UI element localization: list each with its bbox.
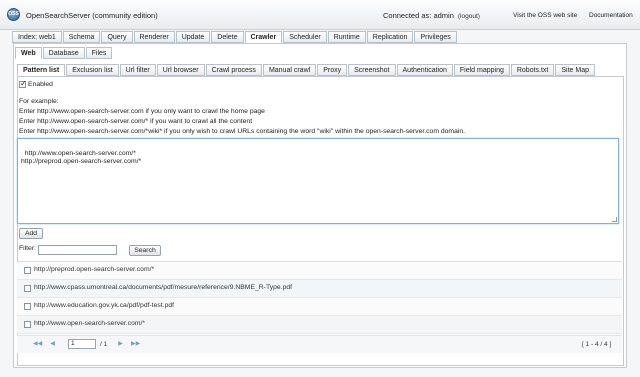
app-title: OpenSearchServer (community edition) [26, 11, 158, 20]
tab-database[interactable]: Database [42, 47, 85, 59]
logout-link[interactable]: (logout) [458, 13, 480, 20]
pattern-url: http://www.cpass.umontreal.ca/documents/… [34, 284, 293, 291]
tab-update[interactable]: Update [175, 31, 211, 43]
tab-replication[interactable]: Replication [366, 31, 414, 43]
tab-runtime[interactable]: Runtime [327, 31, 366, 43]
list-item: http://www.education.gov.yk.ca/pdf/pdf-t… [17, 298, 622, 316]
prev-page-icon[interactable]: ◀ [49, 341, 56, 348]
tab-exclusion-list[interactable]: Exclusion list [66, 64, 119, 76]
tab-scheduler[interactable]: Scheduler [283, 31, 327, 43]
example-line: Enter http://www.open-search-server.com/… [19, 128, 466, 135]
pattern-url: http://www.open-search-server.com/* [34, 320, 146, 327]
pattern-list: http://preprod.open-search-server.com/* … [17, 261, 622, 334]
example-line: Enter http://www.open-search-server.com … [19, 108, 265, 115]
tab-proxy[interactable]: Proxy [317, 64, 348, 76]
example-line: Enter http://www.open-search-server.com/… [19, 118, 253, 125]
tab-query[interactable]: Query [101, 31, 133, 43]
tab-delete[interactable]: Delete [211, 31, 244, 43]
add-button[interactable]: Add [19, 228, 43, 239]
tab-manual-crawl[interactable]: Manual crawl [262, 64, 317, 76]
tab-site-map[interactable]: Site Map [555, 64, 595, 76]
documentation-link[interactable]: Documentation [589, 12, 633, 19]
main-tabs: Index: web1 Schema Query Renderer Update… [12, 31, 458, 43]
resize-handle-icon[interactable] [612, 217, 617, 222]
pattern-textarea-value: http://www.open-search-server.com/* http… [21, 149, 142, 166]
next-page-icon[interactable]: ▶ [117, 341, 124, 348]
record-range: [ 1 - 4 / 4 ] [582, 341, 612, 348]
tab-privileges[interactable]: Privileges [414, 31, 457, 43]
crawler-tabs: Web Database Files [15, 47, 113, 59]
filter-label: Filter: [19, 245, 36, 252]
page-number-input[interactable]: 1 [68, 339, 96, 349]
tab-index[interactable]: Index: web1 [12, 31, 62, 43]
list-item: http://www.cpass.umontreal.ca/documents/… [17, 280, 622, 298]
tab-renderer[interactable]: Renderer [133, 31, 175, 43]
pattern-url: http://preprod.open-search-server.com/* [34, 266, 155, 273]
pager: ◀◀ ◀ 1 / 1 ▶ ▶▶ [ 1 - 4 / 4 ] [17, 335, 622, 353]
web-tabs: Pattern list Exclusion list Url filter U… [17, 64, 596, 76]
tab-url-filter[interactable]: Url filter [119, 64, 156, 76]
tab-crawler[interactable]: Crawler [244, 31, 283, 43]
top-bar: OSS OpenSearchServer (community edition)… [0, 0, 640, 30]
list-item: http://www.open-search-server.com/* [17, 316, 622, 334]
tab-web[interactable]: Web [15, 47, 42, 59]
pattern-textarea[interactable]: http://www.open-search-server.com/* http… [17, 138, 619, 224]
enabled-checkbox[interactable] [19, 79, 27, 88]
connected-as-label: Connected as: admin [383, 11, 454, 20]
row-checkbox[interactable] [24, 303, 31, 310]
last-page-icon[interactable]: ▶▶ [131, 341, 140, 348]
filter-input[interactable] [38, 245, 117, 255]
tab-files[interactable]: Files [85, 47, 113, 59]
tab-crawl-process[interactable]: Crawl process [205, 64, 262, 76]
pattern-url: http://www.education.gov.yk.ca/pdf/pdf-t… [34, 302, 175, 309]
first-page-icon[interactable]: ◀◀ [33, 341, 42, 348]
enabled-label: Enabled [28, 81, 53, 88]
examples-heading: For example: [19, 98, 59, 105]
row-checkbox[interactable] [24, 285, 31, 292]
connection-status: Connected as: admin (logout) [383, 11, 480, 20]
tab-authentication[interactable]: Authentication [396, 64, 453, 76]
row-checkbox[interactable] [24, 321, 31, 328]
tab-url-browser[interactable]: Url browser [156, 64, 205, 76]
list-item: http://preprod.open-search-server.com/* [17, 262, 622, 280]
oss-logo-icon: OSS [7, 8, 20, 21]
tab-robots-txt[interactable]: Robots.txt [510, 64, 555, 76]
tab-pattern-list[interactable]: Pattern list [17, 64, 66, 76]
row-checkbox[interactable] [24, 267, 31, 274]
page-count: / 1 [100, 341, 108, 348]
tab-field-mapping[interactable]: Field mapping [453, 64, 510, 76]
visit-site-link[interactable]: Visit the OSS web site [513, 12, 577, 19]
tab-schema[interactable]: Schema [62, 31, 101, 43]
search-button[interactable]: Search [129, 245, 161, 256]
tab-screenshot[interactable]: Screenshot [348, 64, 396, 76]
